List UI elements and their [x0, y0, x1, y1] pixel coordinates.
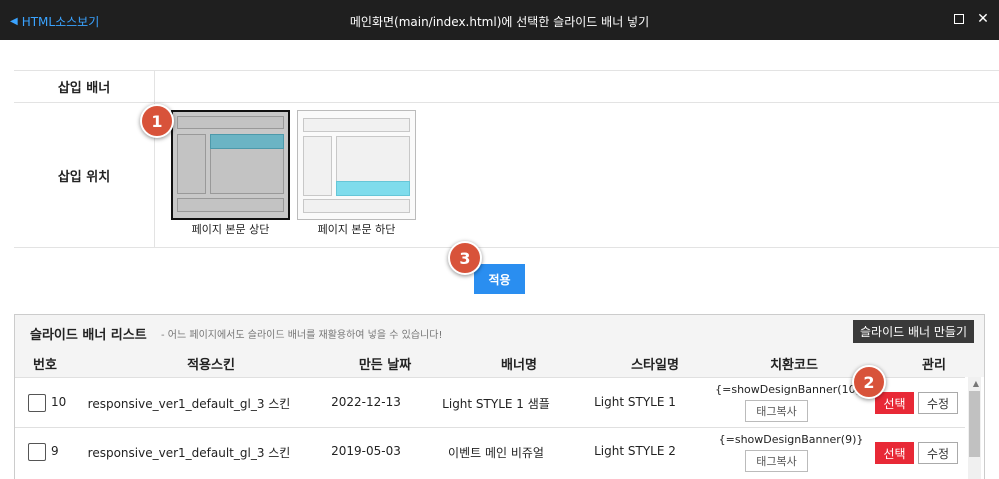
- close-icon: ✕: [977, 11, 989, 27]
- col-header-style-name: 스타일명: [631, 358, 679, 373]
- select-button[interactable]: 선택: [875, 392, 914, 414]
- scroll-up-icon[interactable]: ▲: [973, 379, 979, 388]
- copy-tag-button[interactable]: 태그복사: [745, 400, 808, 422]
- banner-label: 삽입 배너: [14, 71, 155, 102]
- row-skin: responsive_ver1_default_gl_3 스킨: [87, 446, 291, 460]
- edit-button[interactable]: 수정: [918, 442, 958, 464]
- make-slide-banner-button[interactable]: 슬라이드 배너 만들기: [853, 320, 974, 343]
- row-date: 2019-05-03: [331, 444, 401, 458]
- table-row: 10 responsive_ver1_default_gl_3 스킨 2022-…: [15, 377, 965, 427]
- edit-button[interactable]: 수정: [918, 392, 958, 414]
- position-top-caption: 페이지 본문 상단: [191, 223, 270, 236]
- col-header-no: 번호: [33, 358, 57, 373]
- list-header: 슬라이드 배너 리스트 - 어느 페이지에서도 슬라이드 배너를 재활용하여 넣…: [15, 315, 984, 377]
- col-header-skin: 적용스킨: [187, 358, 235, 373]
- position-label: 삽입 위치: [14, 103, 155, 247]
- row-number: 9: [51, 444, 59, 458]
- step-badge-3: 3: [448, 241, 482, 275]
- window-title: 메인화면(main/index.html)에 선택한 슬라이드 배너 넣기: [349, 15, 650, 29]
- copy-tag-button[interactable]: 태그복사: [745, 450, 808, 472]
- select-button[interactable]: 선택: [875, 442, 914, 464]
- row-banner-name: 이벤트 메인 비쥬얼: [448, 446, 544, 460]
- col-header-date: 만든 날짜: [358, 358, 412, 373]
- row-style-name: Light STYLE 1: [594, 395, 676, 409]
- row-code: {=showDesignBanner(10)}: [715, 383, 867, 396]
- window-titlebar: ◀ HTML소스보기 메인화면(main/index.html)에 선택한 슬라…: [0, 0, 999, 40]
- apply-button[interactable]: 적용: [474, 264, 525, 294]
- options-table: 삽입 배너 삽입 위치 페이지 본문 상단 페이지 본문 하단: [14, 70, 999, 248]
- col-header-banner-name: 배너명: [501, 358, 537, 373]
- col-header-manage: 관리: [922, 358, 946, 373]
- maximize-button[interactable]: [951, 11, 967, 27]
- step-badge-2: 2: [852, 365, 886, 399]
- layout-top-thumbnail: [171, 110, 290, 220]
- list-scrollbar-thumb[interactable]: [969, 391, 980, 457]
- row-date: 2022-12-13: [331, 395, 401, 409]
- layout-bottom-thumbnail: [297, 110, 416, 220]
- row-checkbox[interactable]: [28, 443, 46, 461]
- step-badge-1: 1: [140, 104, 174, 138]
- banner-row: 삽입 배너: [14, 70, 999, 102]
- position-option-top[interactable]: 페이지 본문 상단: [171, 110, 290, 237]
- position-options: 페이지 본문 상단 페이지 본문 하단: [155, 103, 999, 247]
- row-skin: responsive_ver1_default_gl_3 스킨: [87, 397, 291, 411]
- col-header-code: 치환코드: [770, 358, 818, 373]
- position-option-bottom[interactable]: 페이지 본문 하단: [297, 110, 416, 237]
- row-number: 10: [51, 395, 67, 409]
- position-bottom-caption: 페이지 본문 하단: [317, 223, 396, 236]
- row-style-name: Light STYLE 2: [594, 444, 676, 458]
- row-banner-name: Light STYLE 1 샘플: [442, 397, 550, 411]
- row-code: {=showDesignBanner(9)}: [718, 433, 864, 446]
- list-title: 슬라이드 배너 리스트: [30, 328, 147, 343]
- close-button[interactable]: ✕: [975, 11, 991, 27]
- list-description: - 어느 페이지에서도 슬라이드 배너를 재활용하여 넣을 수 있습니다!: [161, 330, 443, 341]
- slide-banner-list-panel: 슬라이드 배너 리스트 - 어느 페이지에서도 슬라이드 배너를 재활용하여 넣…: [14, 314, 985, 479]
- banner-value: [155, 71, 999, 102]
- table-row: 9 responsive_ver1_default_gl_3 스킨 2019-0…: [15, 427, 965, 477]
- maximize-icon: [954, 14, 964, 24]
- row-checkbox[interactable]: [28, 394, 46, 412]
